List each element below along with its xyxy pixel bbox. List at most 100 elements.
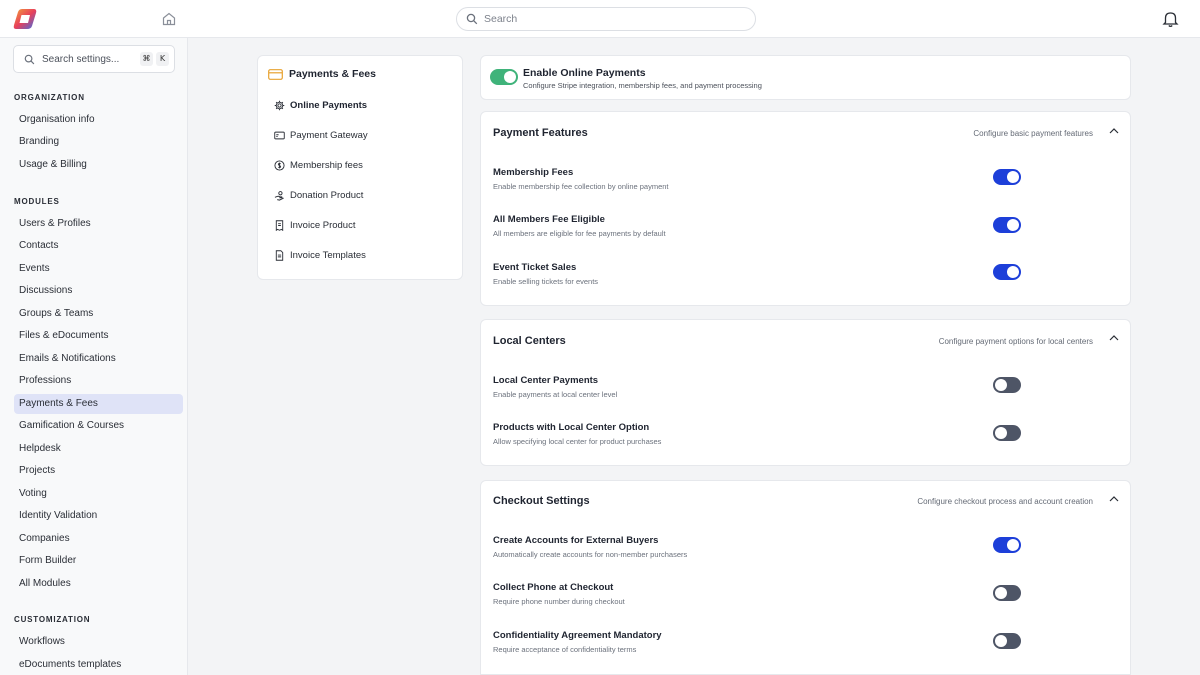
chevron-up-icon[interactable] bbox=[1109, 334, 1119, 342]
subnav-header: Payments & Fees bbox=[268, 68, 376, 80]
sidebar-item-identity-validation[interactable]: Identity Validation bbox=[14, 506, 183, 526]
sidebar-item-groups-teams[interactable]: Groups & Teams bbox=[14, 304, 183, 324]
settings-search-input[interactable] bbox=[42, 53, 132, 65]
create-accounts-external-buyers-toggle[interactable] bbox=[993, 537, 1021, 553]
subnav-item-label: Donation Product bbox=[290, 189, 364, 201]
enable-payments-toggle[interactable] bbox=[490, 69, 518, 85]
toggle-knob bbox=[995, 635, 1007, 647]
sidebar-item-files-edocuments[interactable]: Files & eDocuments bbox=[14, 326, 183, 346]
confidentiality-agreement-title: Confidentiality Agreement Mandatory bbox=[493, 630, 662, 641]
subnav-item-label: Membership fees bbox=[290, 159, 363, 171]
toggle-knob bbox=[504, 71, 516, 83]
global-search[interactable] bbox=[456, 7, 756, 31]
subnav-item-membership-fees[interactable]: Membership fees bbox=[274, 156, 454, 174]
sidebar-item-users-profiles[interactable]: Users & Profiles bbox=[14, 214, 183, 234]
event-ticket-sales-description: Enable selling tickets for events bbox=[493, 277, 599, 286]
local-center-payments-title: Local Center Payments bbox=[493, 375, 599, 386]
sidebar-item-helpdesk[interactable]: Helpdesk bbox=[14, 439, 183, 459]
checkout-settings-title: Checkout Settings bbox=[493, 495, 590, 507]
all-members-fee-eligible-title: All Members Fee Eligible bbox=[493, 214, 605, 225]
subnav-item-payment-gateway[interactable]: Payment Gateway bbox=[274, 126, 454, 144]
document-icon bbox=[275, 249, 284, 261]
chevron-up-icon[interactable] bbox=[1109, 127, 1119, 135]
subnav-item-label: Online Payments bbox=[290, 99, 368, 111]
sidebar-item-branding[interactable]: Branding bbox=[14, 132, 183, 152]
settings-sidebar: ⌘ K ORGANIZATION Organisation info Brand… bbox=[0, 38, 188, 675]
checkout-settings-card: Checkout Settings Configure checkout pro… bbox=[480, 480, 1131, 675]
sidebar-item-professions[interactable]: Professions bbox=[14, 371, 183, 391]
membership-fees-toggle[interactable] bbox=[993, 169, 1021, 185]
local-centers-title: Local Centers bbox=[493, 335, 566, 347]
sidebar-item-projects[interactable]: Projects bbox=[14, 461, 183, 481]
products-local-center-option-toggle[interactable] bbox=[993, 425, 1021, 441]
event-ticket-sales-title: Event Ticket Sales bbox=[493, 262, 577, 273]
bell-icon[interactable] bbox=[1162, 10, 1179, 28]
payment-features-hint: Configure basic payment features bbox=[973, 129, 1093, 138]
subnav-item-label: Payment Gateway bbox=[290, 129, 368, 141]
collect-phone-checkout-toggle[interactable] bbox=[993, 585, 1021, 601]
payment-features-card: Payment Features Configure basic payment… bbox=[480, 111, 1131, 306]
local-center-payments-description: Enable payments at local center level bbox=[493, 390, 618, 399]
all-members-fee-eligible-toggle[interactable] bbox=[993, 217, 1021, 233]
subnav-item-donation-product[interactable]: Donation Product bbox=[274, 186, 454, 204]
toggle-knob bbox=[995, 587, 1007, 599]
home-icon[interactable] bbox=[161, 11, 177, 27]
sidebar-item-discussions[interactable]: Discussions bbox=[14, 281, 183, 301]
app-logo-icon[interactable] bbox=[12, 7, 38, 31]
event-ticket-sales-toggle[interactable] bbox=[993, 264, 1021, 280]
shortcut-key-k: K bbox=[156, 52, 169, 66]
toggle-knob bbox=[1007, 219, 1019, 231]
subnav-item-invoice-product[interactable]: Invoice Product bbox=[274, 216, 454, 234]
confidentiality-agreement-description: Require acceptance of confidentiality te… bbox=[493, 645, 637, 654]
enable-payments-card: Enable Online Payments Configure Stripe … bbox=[480, 55, 1131, 100]
sidebar-item-payments-fees[interactable]: Payments & Fees bbox=[14, 394, 183, 414]
subnav-item-online-payments[interactable]: Online Payments bbox=[274, 96, 454, 114]
sidebar-item-gamification-courses[interactable]: Gamification & Courses bbox=[14, 416, 183, 436]
collect-phone-checkout-title: Collect Phone at Checkout bbox=[493, 582, 614, 593]
toggle-knob bbox=[1007, 171, 1019, 183]
section-title-customization: CUSTOMIZATION bbox=[14, 615, 91, 624]
coin-icon bbox=[274, 159, 285, 171]
subnav-title: Payments & Fees bbox=[289, 68, 376, 80]
search-icon bbox=[466, 13, 478, 25]
confidentiality-agreement-toggle[interactable] bbox=[993, 633, 1021, 649]
sidebar-item-form-builder[interactable]: Form Builder bbox=[14, 551, 183, 571]
sidebar-item-organisation-info[interactable]: Organisation info bbox=[14, 110, 183, 130]
section-title-organization: ORGANIZATION bbox=[14, 93, 85, 102]
enable-payments-description: Configure Stripe integration, membership… bbox=[523, 81, 762, 90]
credit-card-icon bbox=[268, 68, 283, 80]
chevron-up-icon[interactable] bbox=[1109, 495, 1119, 503]
hand-icon bbox=[274, 190, 284, 201]
sidebar-item-all-modules[interactable]: All Modules bbox=[14, 574, 183, 594]
shortcut-key-cmd: ⌘ bbox=[140, 52, 153, 66]
toggle-knob bbox=[1007, 266, 1019, 278]
sidebar-item-edocuments-templates[interactable]: eDocuments templates bbox=[14, 655, 183, 675]
sidebar-item-voting[interactable]: Voting bbox=[14, 484, 183, 504]
section-title-modules: MODULES bbox=[14, 197, 60, 206]
products-local-center-option-title: Products with Local Center Option bbox=[493, 422, 650, 433]
sidebar-item-events[interactable]: Events bbox=[14, 259, 183, 279]
toggle-knob bbox=[1007, 539, 1019, 551]
subnav-item-invoice-templates[interactable]: Invoice Templates bbox=[274, 246, 454, 264]
gear-icon bbox=[274, 100, 285, 110]
sidebar-item-usage-billing[interactable]: Usage & Billing bbox=[14, 155, 183, 175]
create-accounts-external-buyers-description: Automatically create accounts for non-me… bbox=[493, 550, 688, 559]
global-search-input[interactable] bbox=[484, 13, 755, 25]
sidebar-item-companies[interactable]: Companies bbox=[14, 529, 183, 549]
enable-payments-title: Enable Online Payments bbox=[523, 67, 646, 79]
toggle-knob bbox=[995, 427, 1007, 439]
collect-phone-checkout-description: Require phone number during checkout bbox=[493, 597, 625, 606]
sidebar-item-workflows[interactable]: Workflows bbox=[14, 632, 183, 652]
invoice-icon bbox=[275, 219, 284, 231]
create-accounts-external-buyers-title: Create Accounts for External Buyers bbox=[493, 535, 659, 546]
subnav-item-label: Invoice Product bbox=[290, 219, 356, 231]
sidebar-item-contacts[interactable]: Contacts bbox=[14, 236, 183, 256]
membership-fees-description: Enable membership fee collection by onli… bbox=[493, 182, 669, 191]
local-centers-hint: Configure payment options for local cent… bbox=[938, 337, 1093, 346]
checkout-settings-hint: Configure checkout process and account c… bbox=[917, 497, 1093, 506]
toggle-knob bbox=[995, 379, 1007, 391]
settings-search[interactable]: ⌘ K bbox=[13, 45, 175, 73]
local-center-payments-toggle[interactable] bbox=[993, 377, 1021, 393]
membership-fees-title: Membership Fees bbox=[493, 167, 574, 178]
sidebar-item-emails-notifications[interactable]: Emails & Notifications bbox=[14, 349, 183, 369]
